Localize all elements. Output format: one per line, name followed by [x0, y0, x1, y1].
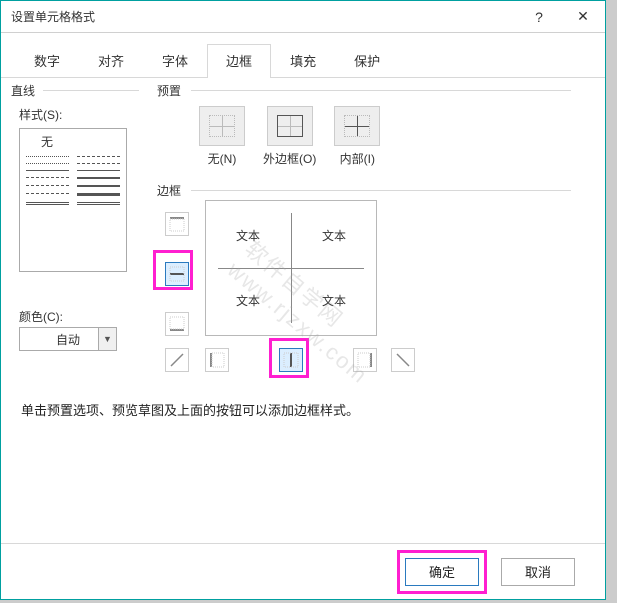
preset-group-label: 预置: [157, 82, 181, 99]
color-select[interactable]: 自动 ▼: [19, 327, 117, 351]
color-value: 自动: [56, 331, 80, 348]
border-left-button[interactable]: [205, 348, 229, 372]
preset-inside-label: 内部(I): [340, 150, 375, 167]
chevron-down-icon: ▼: [98, 328, 116, 350]
line-group-label: 直线: [11, 82, 35, 99]
format-cells-dialog: 设置单元格格式 ? ✕ 数字 对齐 字体 边框 填充 保护 直线 预置 样式(S…: [0, 0, 606, 600]
preset-inside-button[interactable]: [334, 106, 380, 146]
style-label: 样式(S):: [19, 106, 62, 123]
border-horizontal-middle-button[interactable]: [165, 262, 189, 286]
preview-cell-bl: 文本: [236, 292, 260, 309]
tab-font[interactable]: 字体: [143, 44, 207, 78]
preview-cell-tl: 文本: [236, 227, 260, 244]
preset-none-label: 无(N): [208, 150, 237, 167]
line-style-none[interactable]: 无: [26, 133, 68, 150]
dialog-title: 设置单元格格式: [1, 8, 95, 25]
border-preview[interactable]: 文本 文本 文本 文本: [205, 200, 377, 336]
tab-border[interactable]: 边框: [207, 44, 271, 78]
border-bottom-button[interactable]: [165, 312, 189, 336]
preset-row: 无(N) 外边框(O) 内部(I): [199, 106, 380, 167]
preview-cell-br: 文本: [322, 292, 346, 309]
color-label: 颜色(C):: [19, 308, 117, 325]
preview-cell-tr: 文本: [322, 227, 346, 244]
tab-protection[interactable]: 保护: [335, 44, 399, 78]
close-button[interactable]: ✕: [561, 2, 605, 32]
help-button[interactable]: ?: [517, 2, 561, 32]
border-vertical-middle-button[interactable]: [279, 348, 303, 372]
border-top-button[interactable]: [165, 212, 189, 236]
cancel-button[interactable]: 取消: [501, 558, 575, 586]
border-group-label: 边框: [157, 182, 181, 199]
border-right-button[interactable]: [353, 348, 377, 372]
tab-strip: 数字 对齐 字体 边框 填充 保护: [1, 33, 605, 78]
preset-outline-button[interactable]: [267, 106, 313, 146]
preset-none-button[interactable]: [199, 106, 245, 146]
tab-alignment[interactable]: 对齐: [79, 44, 143, 78]
dialog-footer: 确定 取消: [1, 543, 605, 599]
line-style-list[interactable]: 无: [19, 128, 127, 272]
dialog-body: 直线 预置 样式(S): 无 颜色(C): 自动 ▼: [1, 78, 605, 548]
titlebar: 设置单元格格式 ? ✕: [1, 1, 605, 33]
hint-text: 单击预置选项、预览草图及上面的按钮可以添加边框样式。: [21, 400, 359, 419]
tab-number[interactable]: 数字: [15, 44, 79, 78]
ok-button[interactable]: 确定: [405, 558, 479, 586]
preset-outline-label: 外边框(O): [263, 150, 316, 167]
border-diagonal-up-button[interactable]: [165, 348, 189, 372]
tab-fill[interactable]: 填充: [271, 44, 335, 78]
border-diagonal-down-button[interactable]: [391, 348, 415, 372]
